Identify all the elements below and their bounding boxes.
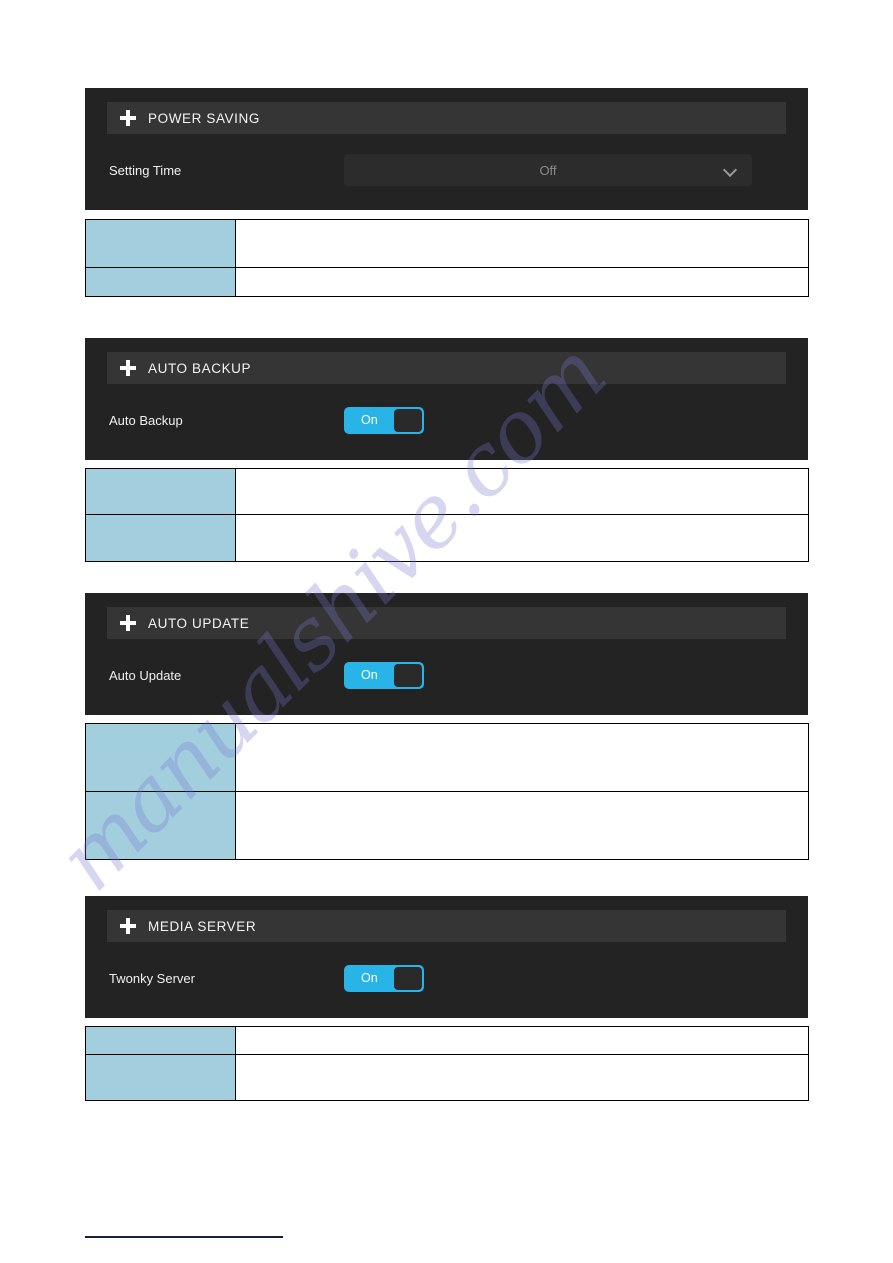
- section-auto-update: AUTO UPDATE Auto Update On: [85, 593, 809, 860]
- auto-backup-toggle[interactable]: On: [344, 406, 424, 434]
- panel-media-server: MEDIA SERVER Twonky Server On: [85, 896, 808, 1018]
- note-label-cell: [85, 1054, 236, 1101]
- footnote-separator-rule: [85, 1236, 283, 1238]
- table-row: [85, 723, 809, 792]
- panel-header-power-saving[interactable]: POWER SAVING: [107, 102, 786, 134]
- setting-row-auto-update: Auto Update On: [107, 657, 786, 693]
- chevron-down-icon: [725, 165, 736, 176]
- panel-auto-backup: AUTO BACKUP Auto Backup On: [85, 338, 808, 460]
- plus-icon: [119, 917, 137, 935]
- section-power-saving: POWER SAVING Setting Time Off: [85, 88, 809, 297]
- setting-time-dropdown[interactable]: Off: [344, 154, 752, 186]
- table-row: [85, 1026, 809, 1055]
- toggle-knob[interactable]: [394, 966, 422, 990]
- toggle-state-label: On: [361, 412, 378, 427]
- table-row: [85, 468, 809, 515]
- table-row: [85, 1054, 809, 1101]
- toggle-knob[interactable]: [394, 408, 422, 432]
- section-media-server: MEDIA SERVER Twonky Server On: [85, 896, 809, 1101]
- note-label-cell: [85, 1026, 236, 1055]
- toggle-knob[interactable]: [394, 663, 422, 687]
- row-label: Auto Backup: [109, 412, 183, 428]
- note-description-cell: [235, 1026, 809, 1055]
- toggle-state-label: On: [361, 667, 378, 682]
- panel-title: AUTO UPDATE: [148, 615, 250, 631]
- panel-header-auto-update[interactable]: AUTO UPDATE: [107, 607, 786, 639]
- table-row: [85, 219, 809, 268]
- note-label-cell: [85, 723, 236, 792]
- note-description-cell: [235, 514, 809, 562]
- plus-icon: [119, 614, 137, 632]
- panel-auto-update: AUTO UPDATE Auto Update On: [85, 593, 808, 715]
- table-row: [85, 791, 809, 860]
- note-description-cell: [235, 468, 809, 515]
- toggle-state-label: On: [361, 970, 378, 985]
- note-description-cell: [235, 267, 809, 297]
- note-label-cell: [85, 219, 236, 268]
- panel-power-saving: POWER SAVING Setting Time Off: [85, 88, 808, 210]
- note-label-cell: [85, 468, 236, 515]
- panel-header-media-server[interactable]: MEDIA SERVER: [107, 910, 786, 942]
- note-table-media-server: [85, 1026, 809, 1101]
- note-description-cell: [235, 1054, 809, 1101]
- setting-row-setting-time: Setting Time Off: [107, 152, 786, 188]
- note-description-cell: [235, 723, 809, 792]
- note-table-power-saving: [85, 219, 809, 297]
- twonky-server-toggle[interactable]: On: [344, 964, 424, 992]
- panel-title: AUTO BACKUP: [148, 360, 252, 376]
- row-label: Auto Update: [109, 667, 182, 683]
- plus-icon: [119, 109, 137, 127]
- note-label-cell: [85, 791, 236, 860]
- note-label-cell: [85, 267, 236, 297]
- dropdown-selected-value: Off: [539, 162, 557, 178]
- panel-header-auto-backup[interactable]: AUTO BACKUP: [107, 352, 786, 384]
- table-row: [85, 267, 809, 297]
- setting-row-auto-backup: Auto Backup On: [107, 402, 786, 438]
- note-label-cell: [85, 514, 236, 562]
- panel-title: MEDIA SERVER: [148, 918, 257, 934]
- table-row: [85, 514, 809, 562]
- note-table-auto-update: [85, 723, 809, 860]
- section-auto-backup: AUTO BACKUP Auto Backup On: [85, 338, 809, 562]
- row-label: Twonky Server: [109, 970, 195, 986]
- row-label: Setting Time: [109, 162, 182, 178]
- auto-update-toggle[interactable]: On: [344, 661, 424, 689]
- note-description-cell: [235, 219, 809, 268]
- setting-row-twonky-server: Twonky Server On: [107, 960, 786, 996]
- panel-title: POWER SAVING: [148, 110, 260, 126]
- note-table-auto-backup: [85, 468, 809, 562]
- note-description-cell: [235, 791, 809, 860]
- plus-icon: [119, 359, 137, 377]
